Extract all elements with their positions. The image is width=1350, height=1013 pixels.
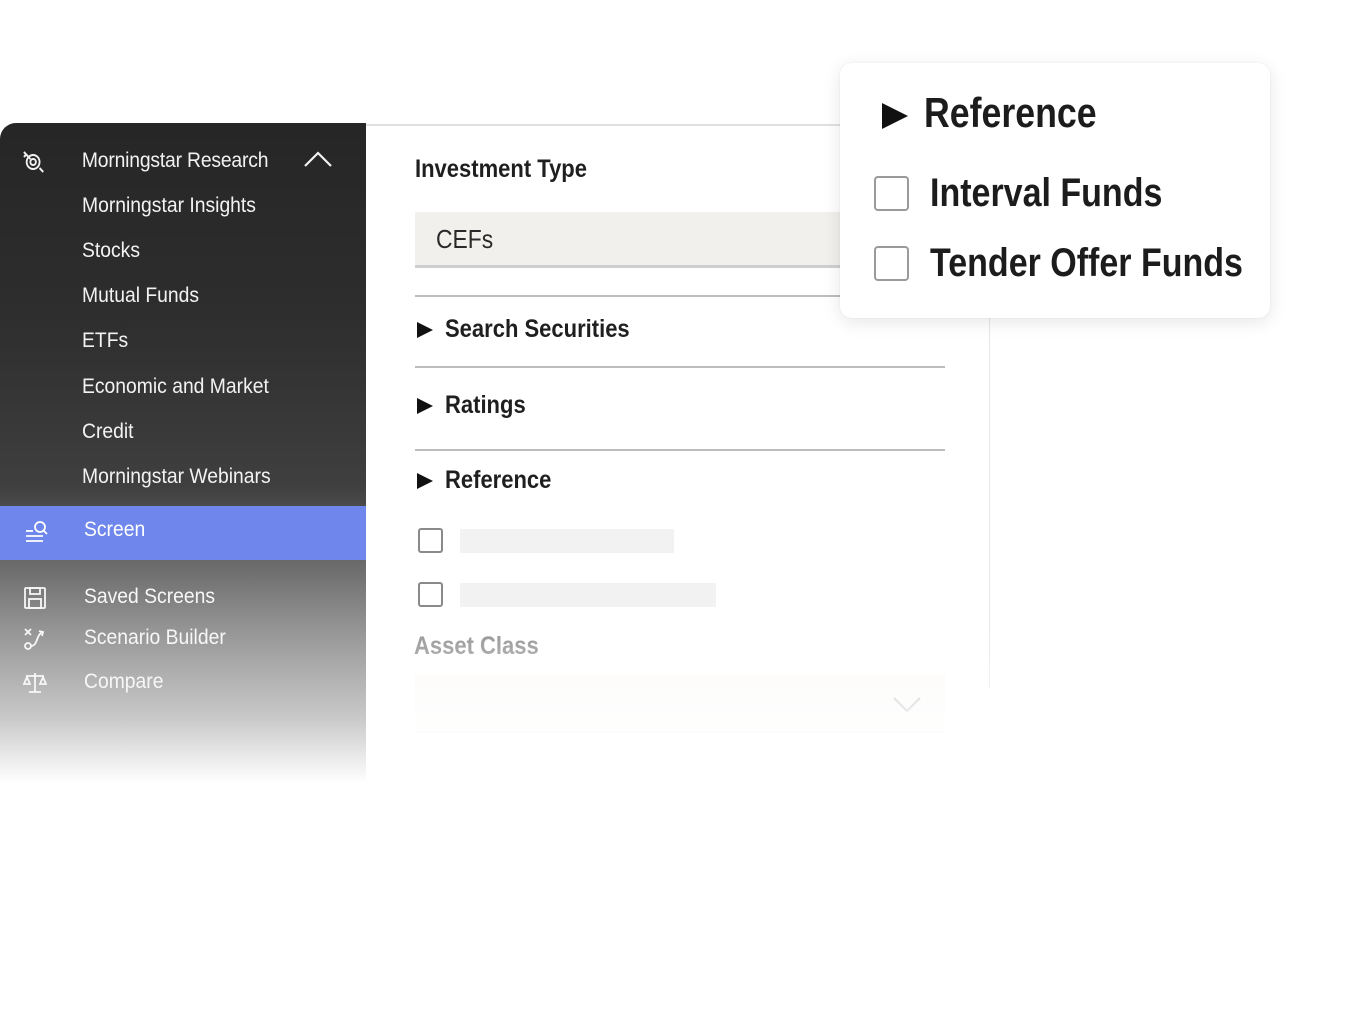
sidebar-item-morningstar-research[interactable]: Morningstar Research — [0, 141, 337, 181]
tender-offer-funds-checkbox[interactable] — [874, 246, 909, 281]
accordion-label: Ratings — [445, 391, 526, 419]
caret-right-icon — [417, 321, 433, 338]
option-placeholder-bar — [460, 529, 674, 553]
reference-option-checkbox[interactable] — [418, 582, 443, 607]
popover-title-label: Reference — [924, 89, 1097, 136]
option-interval-funds[interactable]: Interval Funds — [874, 171, 1203, 216]
asset-class-select[interactable] — [415, 675, 945, 733]
scales-icon — [22, 673, 48, 693]
screener-stage: Morningstar Research Morningstar Insight… — [0, 0, 1350, 1013]
sidebar-subitem-stocks[interactable]: Stocks — [82, 233, 140, 269]
accordion-reference[interactable]: Reference — [417, 466, 566, 495]
caret-right-icon — [417, 397, 433, 414]
sidebar-item-label: Compare — [84, 670, 164, 693]
reference-option-checkbox[interactable] — [418, 528, 443, 553]
investment-type-value: CEFs — [436, 224, 494, 254]
sidebar-item-saved-screens[interactable]: Saved Screens — [0, 581, 366, 617]
sidebar-subitem-economic-and-market[interactable]: Economic and Market — [82, 369, 269, 405]
sidebar: Morningstar Research Morningstar Insight… — [0, 123, 366, 783]
chevron-up-icon[interactable] — [302, 149, 334, 169]
caret-right-icon — [882, 103, 908, 129]
popover-title[interactable]: Reference — [882, 89, 1127, 137]
accordion-ratings[interactable]: Ratings — [417, 391, 537, 420]
sidebar-subitem-morningstar-webinars[interactable]: Morningstar Webinars — [82, 459, 271, 495]
divider — [415, 366, 945, 368]
divider — [415, 449, 945, 451]
sidebar-item-label: Scenario Builder — [84, 626, 226, 649]
sidebar-subitem-credit[interactable]: Credit — [82, 414, 134, 450]
sidebar-subitem-morningstar-insights[interactable]: Morningstar Insights — [82, 188, 256, 224]
sidebar-item-scenario-builder[interactable]: Scenario Builder — [0, 622, 366, 658]
sidebar-item-label: Morningstar Research — [81, 149, 269, 172]
reference-popover: Reference Interval Funds Tender Offer Fu… — [840, 63, 1270, 318]
save-icon — [24, 587, 46, 609]
accordion-label: Reference — [445, 466, 552, 494]
sidebar-subitem-mutual-funds[interactable]: Mutual Funds — [82, 278, 199, 314]
option-label: Interval Funds — [930, 171, 1163, 215]
sidebar-subitem-etfs[interactable]: ETFs — [82, 323, 128, 359]
sidebar-item-compare[interactable]: Compare — [0, 666, 366, 702]
investment-type-label: Investment Type — [415, 155, 587, 183]
sidebar-item-label: Screen — [84, 518, 146, 541]
chevron-down-icon — [893, 697, 921, 713]
option-tender-offer-funds[interactable]: Tender Offer Funds — [874, 241, 1298, 286]
research-target-icon — [20, 147, 46, 175]
option-placeholder-bar — [460, 583, 716, 607]
interval-funds-checkbox[interactable] — [874, 176, 909, 211]
accordion-search-securities[interactable]: Search Securities — [417, 315, 655, 344]
option-label: Tender Offer Funds — [930, 241, 1243, 285]
sidebar-item-label: Saved Screens — [84, 585, 216, 608]
caret-right-icon — [417, 472, 433, 489]
scenario-icon — [24, 628, 45, 650]
sidebar-item-screen[interactable]: Screen — [0, 506, 366, 560]
screen-search-icon — [26, 521, 48, 542]
asset-class-label: Asset Class — [414, 632, 539, 660]
accordion-label: Search Securities — [445, 315, 630, 343]
